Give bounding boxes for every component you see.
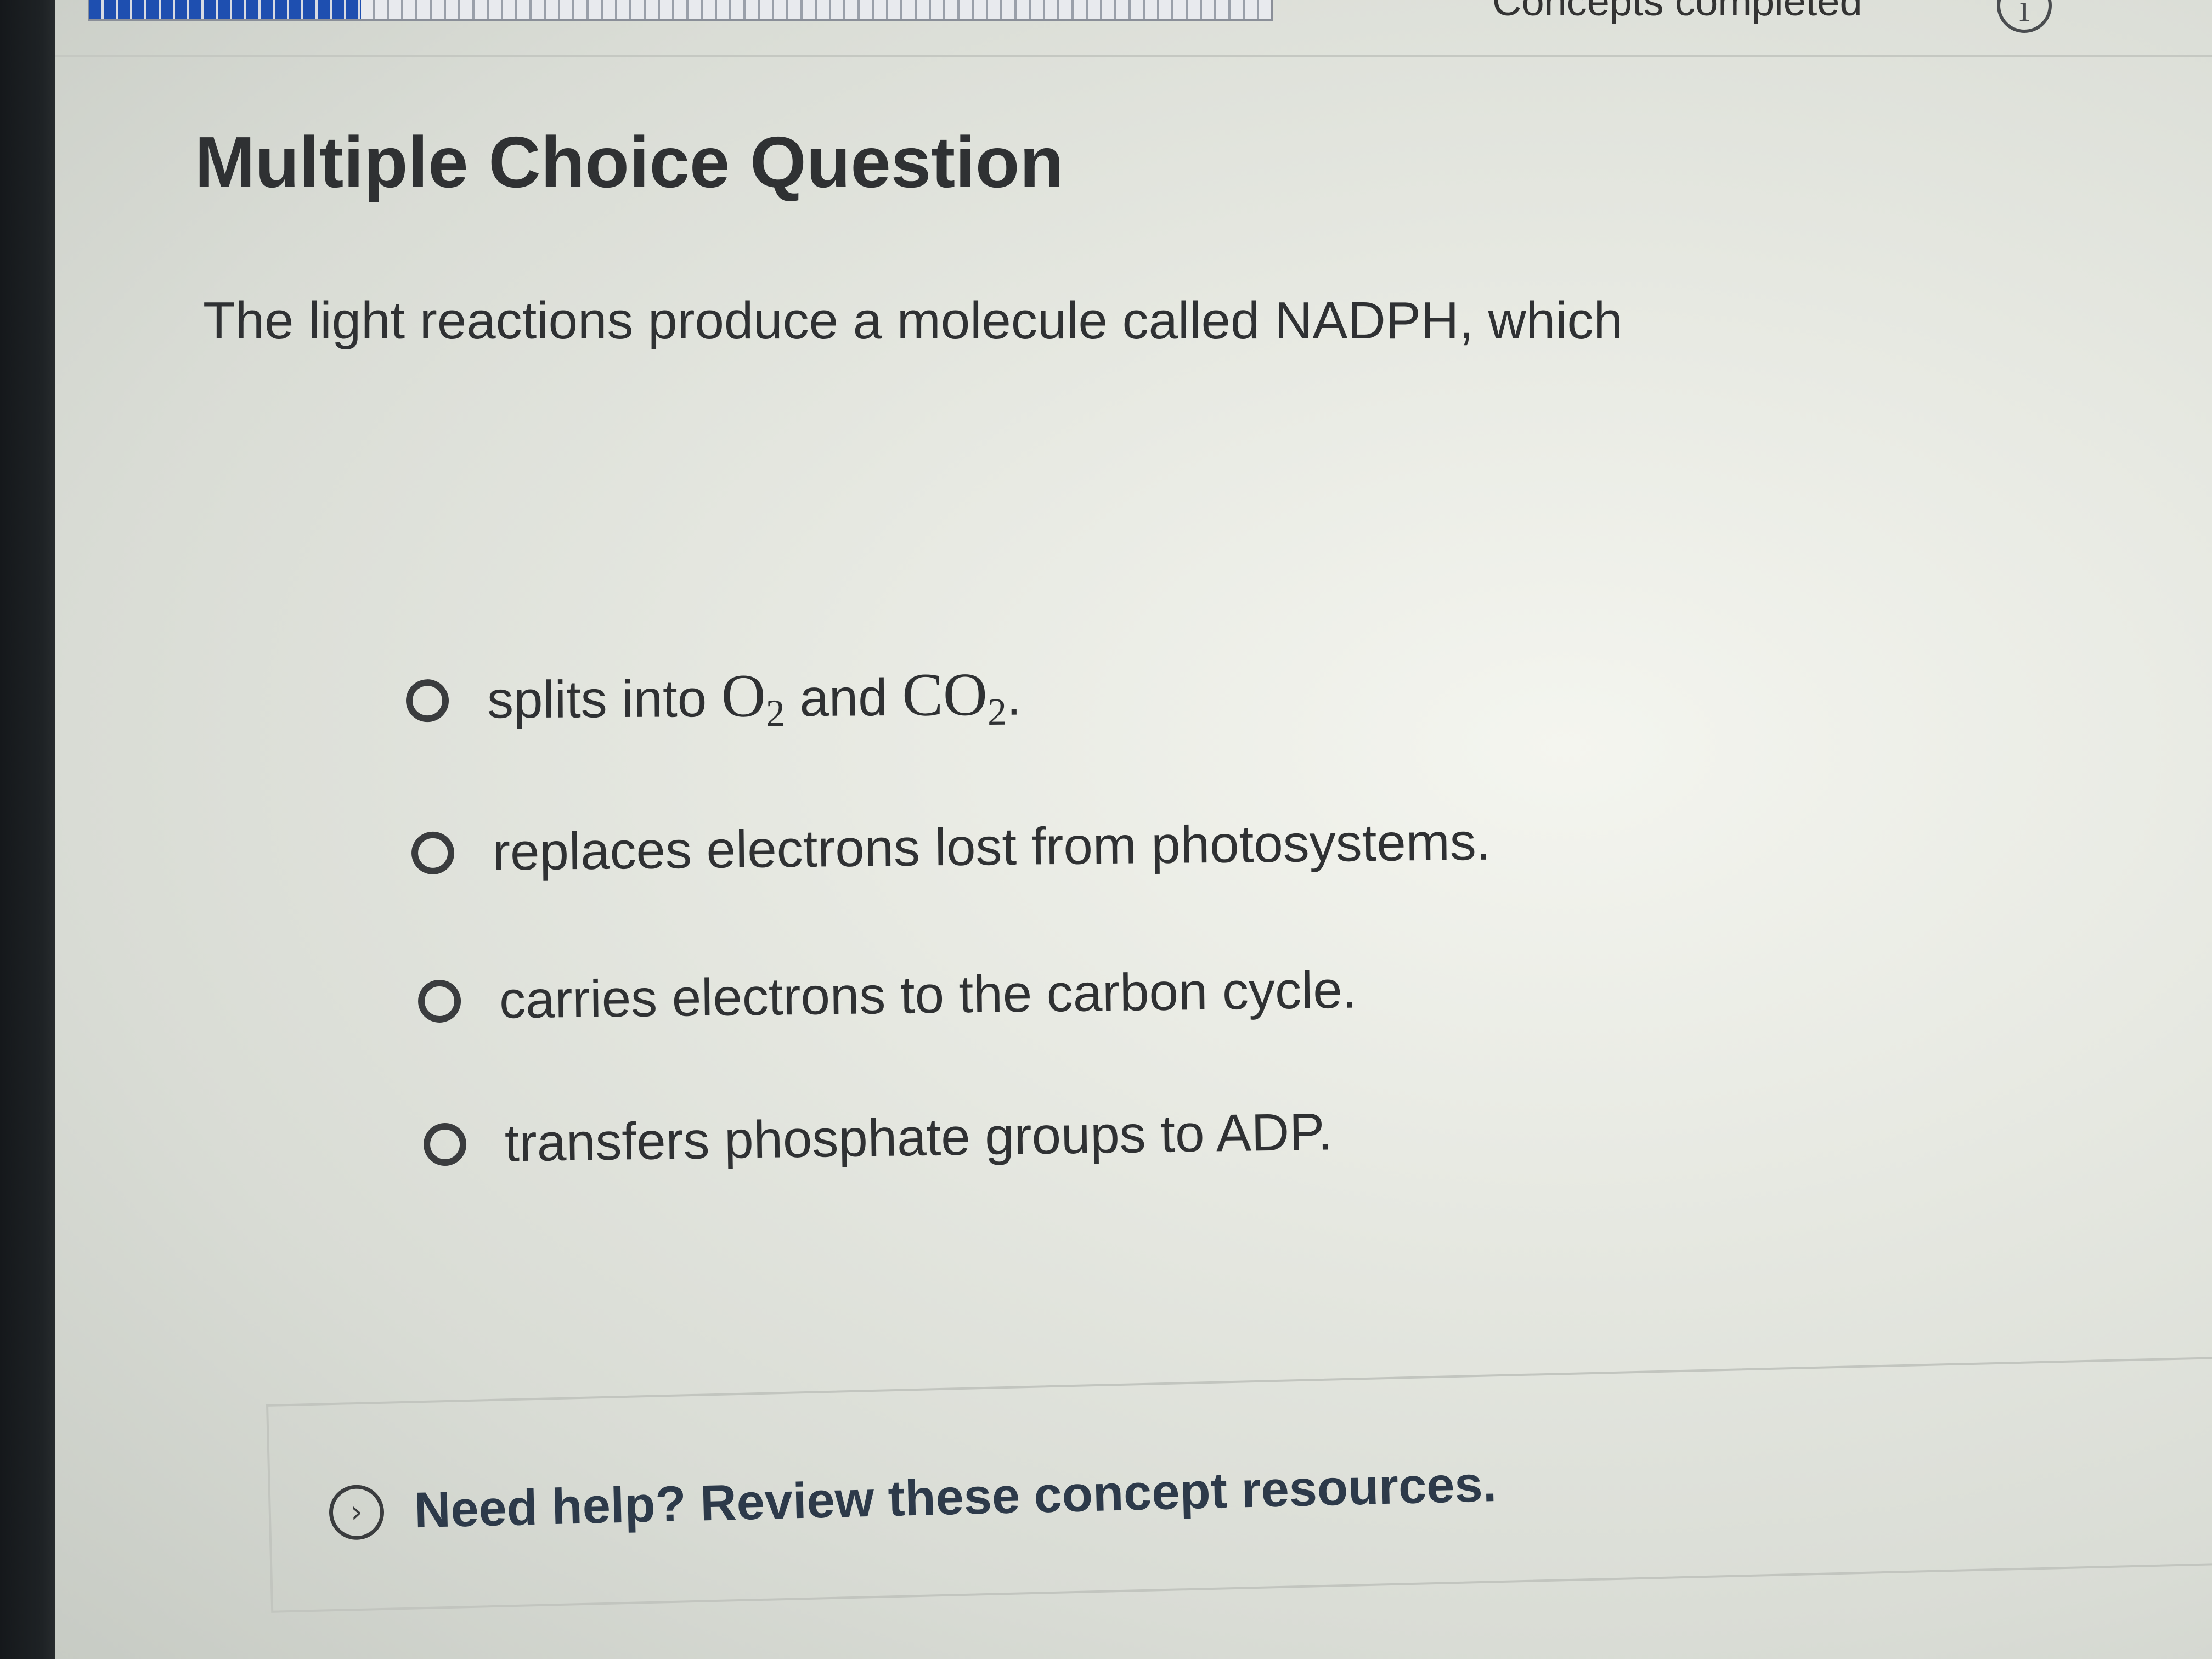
chevron-right-icon[interactable]: › bbox=[328, 1484, 385, 1541]
option-text: . bbox=[1006, 667, 1022, 726]
concepts-completed-label: Concepts completed bbox=[1492, 0, 1863, 24]
answer-option-1[interactable]: splits into O2 and CO2. bbox=[405, 659, 1022, 738]
formula-co2: CO2 bbox=[901, 660, 1007, 733]
option-text: and bbox=[785, 668, 902, 728]
answer-option-label: splits into O2 and CO2. bbox=[487, 659, 1022, 738]
progress-bar-fill bbox=[89, 0, 362, 19]
progress-bar bbox=[88, 0, 1273, 21]
answer-option-3[interactable]: carries electrons to the carbon cycle. bbox=[417, 960, 1357, 1032]
radio-button-icon[interactable] bbox=[411, 831, 455, 875]
screen: Concepts completed i Multiple Choice Que… bbox=[0, 0, 2212, 1659]
info-icon[interactable]: i bbox=[1997, 0, 2052, 33]
answer-option-2[interactable]: replaces electrons lost from photosystem… bbox=[411, 812, 1491, 884]
answer-option-label: transfers phosphate groups to ADP. bbox=[504, 1102, 1333, 1173]
question-page: Concepts completed i Multiple Choice Que… bbox=[55, 0, 2212, 1659]
answer-option-label: replaces electrons lost from photosystem… bbox=[492, 812, 1491, 882]
answer-option-label: carries electrons to the carbon cycle. bbox=[499, 960, 1357, 1030]
question-heading: Multiple Choice Question bbox=[195, 122, 1064, 202]
monitor-bezel bbox=[0, 0, 60, 1659]
question-prompt: The light reactions produce a molecule c… bbox=[203, 291, 1623, 350]
top-bar: Concepts completed i bbox=[55, 0, 2212, 57]
formula-o2: O2 bbox=[721, 662, 786, 735]
option-text: splits into bbox=[487, 669, 722, 730]
radio-button-icon[interactable] bbox=[423, 1122, 467, 1166]
radio-button-icon[interactable] bbox=[405, 679, 449, 722]
answer-option-4[interactable]: transfers phosphate groups to ADP. bbox=[423, 1102, 1333, 1175]
radio-button-icon[interactable] bbox=[417, 979, 461, 1023]
